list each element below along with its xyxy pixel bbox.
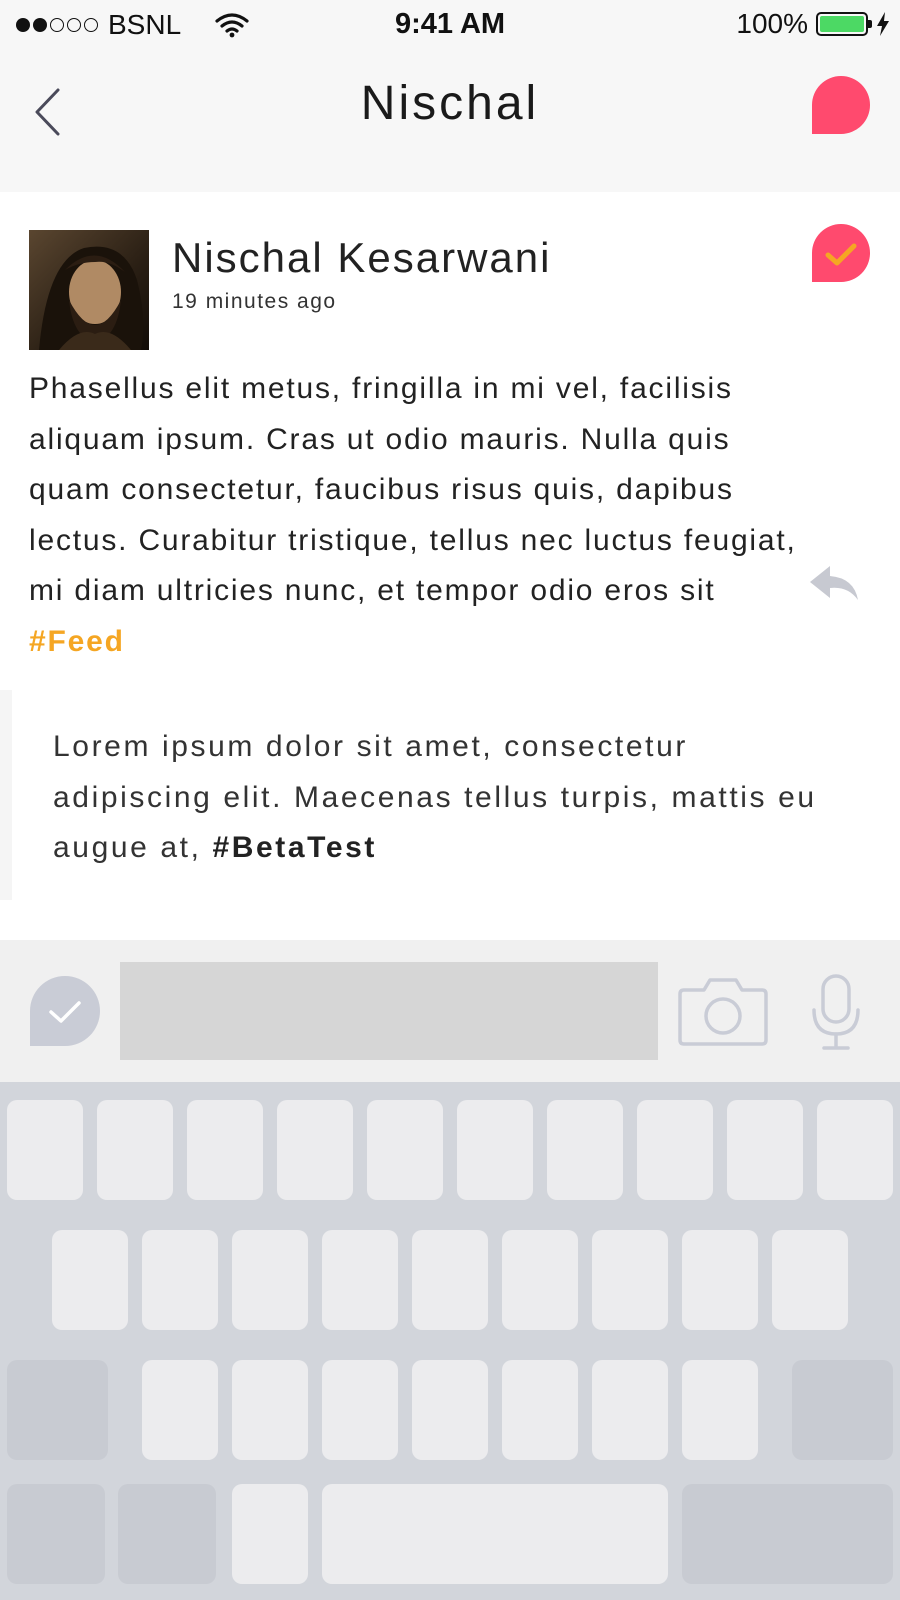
message-input[interactable]	[120, 962, 658, 1060]
emoji-key[interactable]	[118, 1484, 216, 1584]
keyboard-key[interactable]	[412, 1360, 488, 1460]
quoted-post[interactable]: Lorem ipsum dolor sit amet, consectetur …	[0, 690, 900, 900]
battery-percent: 100%	[736, 8, 808, 39]
quote-body-text: Lorem ipsum dolor sit amet, consectetur …	[53, 730, 817, 864]
keyboard-key[interactable]	[502, 1230, 578, 1330]
check-bubble-icon[interactable]	[28, 974, 102, 1048]
keyboard-key[interactable]	[52, 1230, 128, 1330]
keyboard-key[interactable]	[232, 1360, 308, 1460]
keyboard-key[interactable]	[592, 1230, 668, 1330]
post-timestamp: 19 minutes ago	[172, 290, 337, 313]
keyboard-key[interactable]	[322, 1360, 398, 1460]
keyboard-key[interactable]	[682, 1360, 758, 1460]
battery-icon	[816, 12, 872, 36]
keyboard-key[interactable]	[637, 1100, 713, 1200]
keyboard-key[interactable]	[367, 1100, 443, 1200]
dictation-key[interactable]	[232, 1484, 308, 1584]
quote-indicator	[0, 690, 12, 900]
hashtag-betatest-link[interactable]: #BetaTest	[212, 831, 377, 864]
keyboard-key[interactable]	[817, 1100, 893, 1200]
check-bubble-icon[interactable]	[810, 222, 872, 284]
keyboard-key[interactable]	[7, 1100, 83, 1200]
keyboard-key[interactable]	[547, 1100, 623, 1200]
keyboard-key[interactable]	[277, 1100, 353, 1200]
status-right: 100%	[736, 8, 890, 40]
keyboard-key[interactable]	[142, 1360, 218, 1460]
keyboard-key[interactable]	[232, 1230, 308, 1330]
return-key[interactable]	[682, 1484, 893, 1584]
microphone-icon[interactable]	[810, 974, 862, 1054]
composer-bar	[0, 940, 900, 1082]
space-key[interactable]	[322, 1484, 668, 1584]
status-bar: BSNL 9:41 AM 100%	[0, 0, 900, 50]
keyboard-key[interactable]	[502, 1360, 578, 1460]
reply-icon[interactable]	[808, 564, 860, 604]
delete-key[interactable]	[792, 1360, 893, 1460]
camera-icon[interactable]	[678, 974, 768, 1048]
speech-bubble-icon[interactable]	[810, 74, 872, 136]
nav-bar: Nischal	[0, 50, 900, 192]
quote-text: Lorem ipsum dolor sit amet, consectetur …	[53, 722, 853, 874]
keyboard-key[interactable]	[187, 1100, 263, 1200]
author-name[interactable]: Nischal Kesarwani	[172, 234, 551, 282]
keyboard-key[interactable]	[727, 1100, 803, 1200]
profile-photo	[29, 230, 149, 350]
post-body-text: Phasellus elit metus, fringilla in mi ve…	[29, 372, 797, 607]
charging-bolt-icon	[877, 12, 889, 36]
keyboard	[0, 1082, 900, 1600]
avatar[interactable]	[29, 230, 149, 350]
keyboard-key[interactable]	[682, 1230, 758, 1330]
page-title: Nischal	[360, 77, 540, 130]
keyboard-key[interactable]	[97, 1100, 173, 1200]
hashtag-feed-link[interactable]: #Feed	[29, 625, 125, 658]
keyboard-key[interactable]	[457, 1100, 533, 1200]
numbers-key[interactable]	[7, 1484, 105, 1584]
post-body: Phasellus elit metus, fringilla in mi ve…	[29, 364, 819, 667]
keyboard-key[interactable]	[322, 1230, 398, 1330]
keyboard-key[interactable]	[772, 1230, 848, 1330]
keyboard-key[interactable]	[412, 1230, 488, 1330]
shift-key[interactable]	[7, 1360, 108, 1460]
keyboard-key[interactable]	[142, 1230, 218, 1330]
keyboard-key[interactable]	[592, 1360, 668, 1460]
